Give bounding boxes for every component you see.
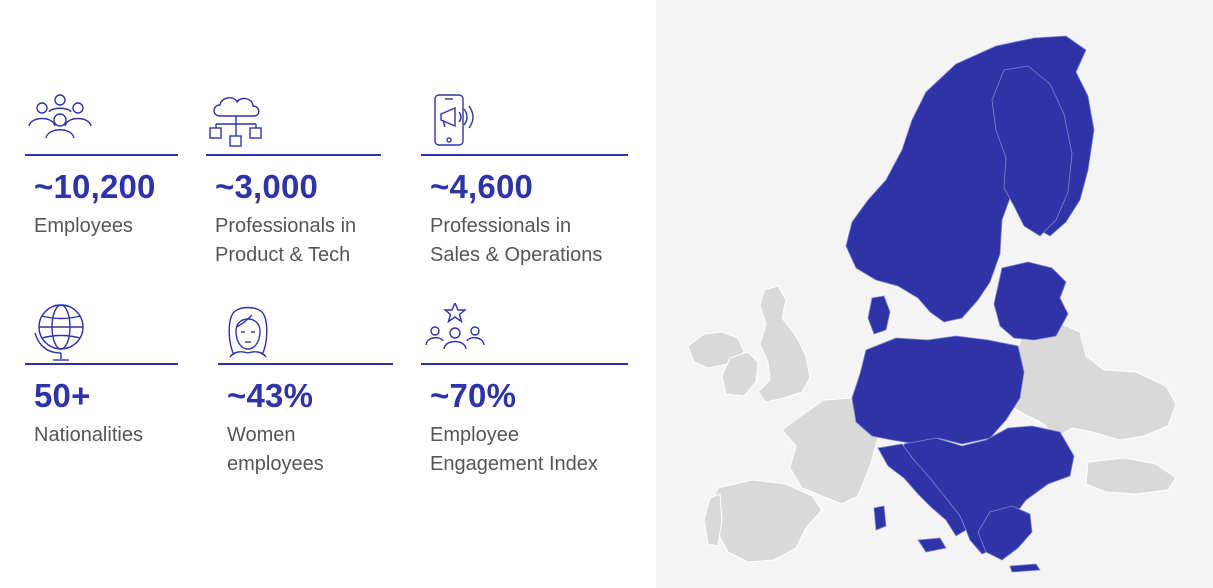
map-region-iberia: [709, 479, 823, 563]
stat-label: Professionals in Sales & Operations: [430, 212, 602, 270]
globe-icon: [25, 303, 95, 361]
stat-value: ~43%: [227, 377, 314, 414]
map-region-sardinia: [873, 505, 887, 531]
stat-label: Professionals in Product & Tech: [215, 212, 356, 270]
people-group-icon: [25, 94, 95, 150]
stat-value: ~4,600: [430, 168, 534, 205]
stats-panel: ~10,200 Employees ~3,000 Professionals i…: [0, 0, 656, 588]
woman-face-icon: [218, 303, 288, 359]
divider-line: [218, 363, 393, 365]
map-region-sicily: [917, 537, 947, 553]
stat-value: ~70%: [430, 377, 517, 414]
stat-label-line-1: Professionals in: [430, 215, 572, 237]
divider-line: [25, 363, 178, 365]
map-region-denmark: [867, 295, 891, 335]
stat-label: Employees: [34, 212, 133, 241]
europe-map: [656, 0, 1213, 588]
stat-label-line-1: Employees: [34, 215, 133, 237]
stat-label: Women employees: [227, 421, 324, 479]
map-region-turkey: [1085, 457, 1177, 495]
stat-value: ~10,200: [34, 168, 156, 205]
europe-map-graphic: [687, 35, 1177, 573]
map-region-central: [851, 335, 1025, 445]
map-region-britain: [757, 285, 811, 403]
divider-line: [206, 154, 381, 156]
divider-line: [421, 363, 628, 365]
stat-label-line-2: Sales & Operations: [430, 244, 603, 266]
stat-label: Employee Engagement Index: [430, 421, 598, 479]
stat-label-line-1: Women: [227, 424, 296, 446]
stat-label-line-2: Product & Tech: [215, 244, 351, 266]
stat-value: ~3,000: [215, 168, 319, 205]
team-star-icon: [421, 303, 491, 359]
stat-label-line-1: Employee: [430, 424, 519, 446]
divider-line: [421, 154, 628, 156]
cloud-network-icon: [206, 94, 276, 150]
stat-label-line-1: Nationalities: [34, 424, 143, 446]
stat-label-line-1: Professionals in: [215, 215, 357, 237]
map-region-crete: [1009, 563, 1041, 573]
stat-label: Nationalities: [34, 421, 143, 450]
map-region-portugal: [703, 493, 723, 547]
stat-label-line-2: Engagement Index: [430, 453, 598, 475]
stat-label-line-2: employees: [227, 453, 324, 475]
map-region-baltics: [993, 261, 1069, 341]
stat-value: 50+: [34, 377, 91, 414]
phone-megaphone-icon: [421, 94, 491, 150]
divider-line: [25, 154, 178, 156]
